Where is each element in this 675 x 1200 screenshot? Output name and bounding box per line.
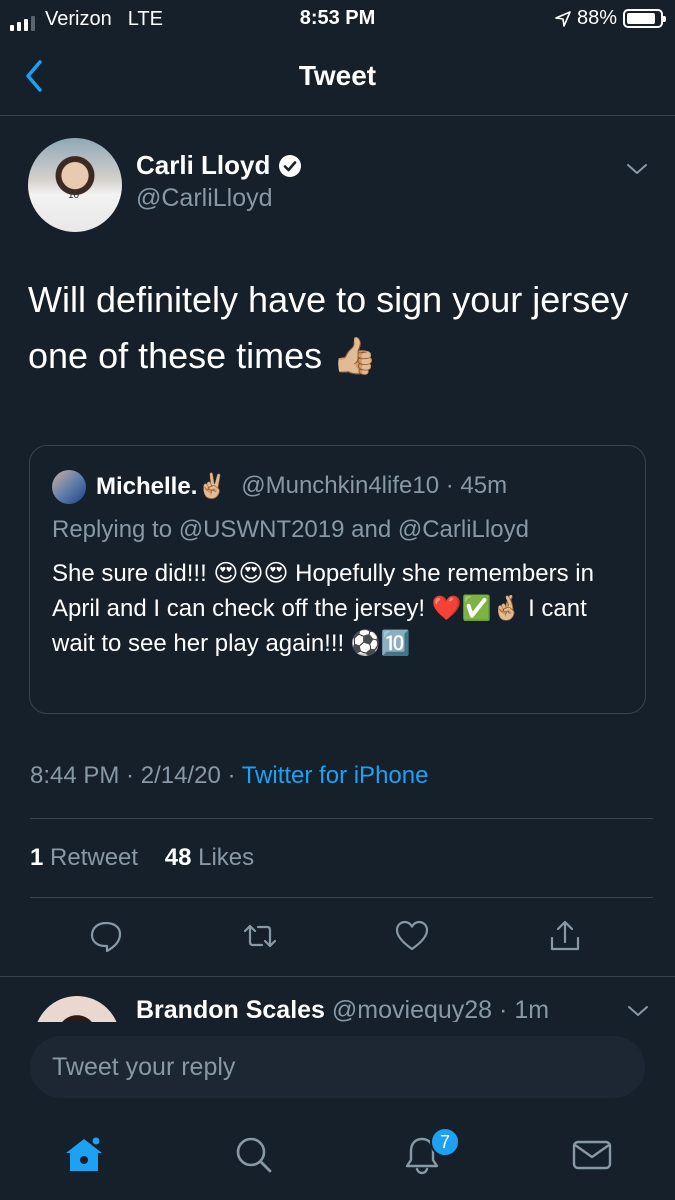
verified-badge-icon — [279, 154, 302, 177]
tab-bar: 7 — [0, 1117, 675, 1200]
quote-text: She sure did!!! 😍😍😍 Hopefully she rememb… — [52, 560, 594, 657]
messages-envelope-icon[interactable] — [570, 1133, 614, 1177]
author-avatar[interactable] — [28, 138, 122, 232]
tweet-text: Will definitely have to sign your jersey… — [28, 279, 629, 376]
status-bar: Verizon LTE 8:53 PM 88% — [0, 0, 675, 38]
status-right: 88% — [555, 7, 666, 30]
quote-avatar — [52, 470, 86, 504]
divider — [30, 897, 653, 898]
battery-percent: 88% — [576, 7, 617, 29]
page-title: Tweet — [298, 60, 377, 91]
quote-replying-to: Replying to @USWNT2019 and @CarliLloyd — [52, 516, 529, 543]
tweet-date: 2/14/20 — [140, 762, 221, 789]
author-name-row[interactable]: Carli Lloyd — [136, 150, 302, 181]
reply-author-handle: @moviequy28 · 1m — [331, 996, 550, 1024]
retweet-icon[interactable] — [242, 918, 278, 954]
author-handle[interactable]: @CarliLloyd — [136, 184, 273, 213]
tweet-source-link[interactable]: Twitter for iPhone — [242, 762, 429, 789]
retweets-stat[interactable]: 1 Retweet — [30, 844, 138, 871]
search-icon[interactable] — [232, 1133, 276, 1177]
reply-input[interactable]: Tweet your reply — [30, 1036, 645, 1098]
tweet-timestamp: 8:44 PM · 2/14/20 · Twitter for iPhone — [30, 762, 429, 789]
reply-icon[interactable] — [88, 918, 124, 954]
tweet-stats: 1 Retweet 48 Likes — [30, 844, 254, 872]
chevron-down-icon[interactable] — [625, 160, 649, 178]
share-icon[interactable] — [547, 918, 583, 954]
nav-bar: Tweet — [0, 40, 675, 116]
author-name[interactable]: Carli Lloyd — [136, 150, 270, 181]
quote-author-handle: @Munchkin4life10 · 45m — [241, 472, 508, 499]
battery-fill — [627, 13, 656, 24]
quote-author-name: Michelle.✌🏼 — [96, 473, 228, 500]
home-icon[interactable] — [62, 1133, 106, 1177]
reply-composer-bar: Tweet your reply — [0, 1022, 675, 1117]
quote-header: Michelle.✌🏼 @Munchkin4life10 · 45m — [96, 472, 507, 501]
action-bar — [0, 918, 675, 958]
divider — [0, 976, 675, 977]
reply-placeholder: Tweet your reply — [52, 1053, 236, 1081]
divider — [30, 818, 653, 819]
reply-header[interactable]: Brandon Scales @moviequy28 · 1m — [136, 996, 549, 1025]
quoted-tweet[interactable]: Michelle.✌🏼 @Munchkin4life10 · 45m Reply… — [29, 445, 646, 714]
battery-icon — [623, 9, 666, 28]
reply-author-name[interactable]: Brandon Scales — [136, 996, 325, 1024]
like-heart-icon[interactable] — [394, 918, 430, 954]
location-arrow-icon — [555, 10, 571, 27]
notifications-badge: 7 — [430, 1127, 460, 1157]
tweet-time: 8:44 PM — [30, 762, 120, 789]
chevron-down-icon[interactable] — [627, 1004, 649, 1018]
likes-stat[interactable]: 48 Likes — [165, 844, 254, 871]
